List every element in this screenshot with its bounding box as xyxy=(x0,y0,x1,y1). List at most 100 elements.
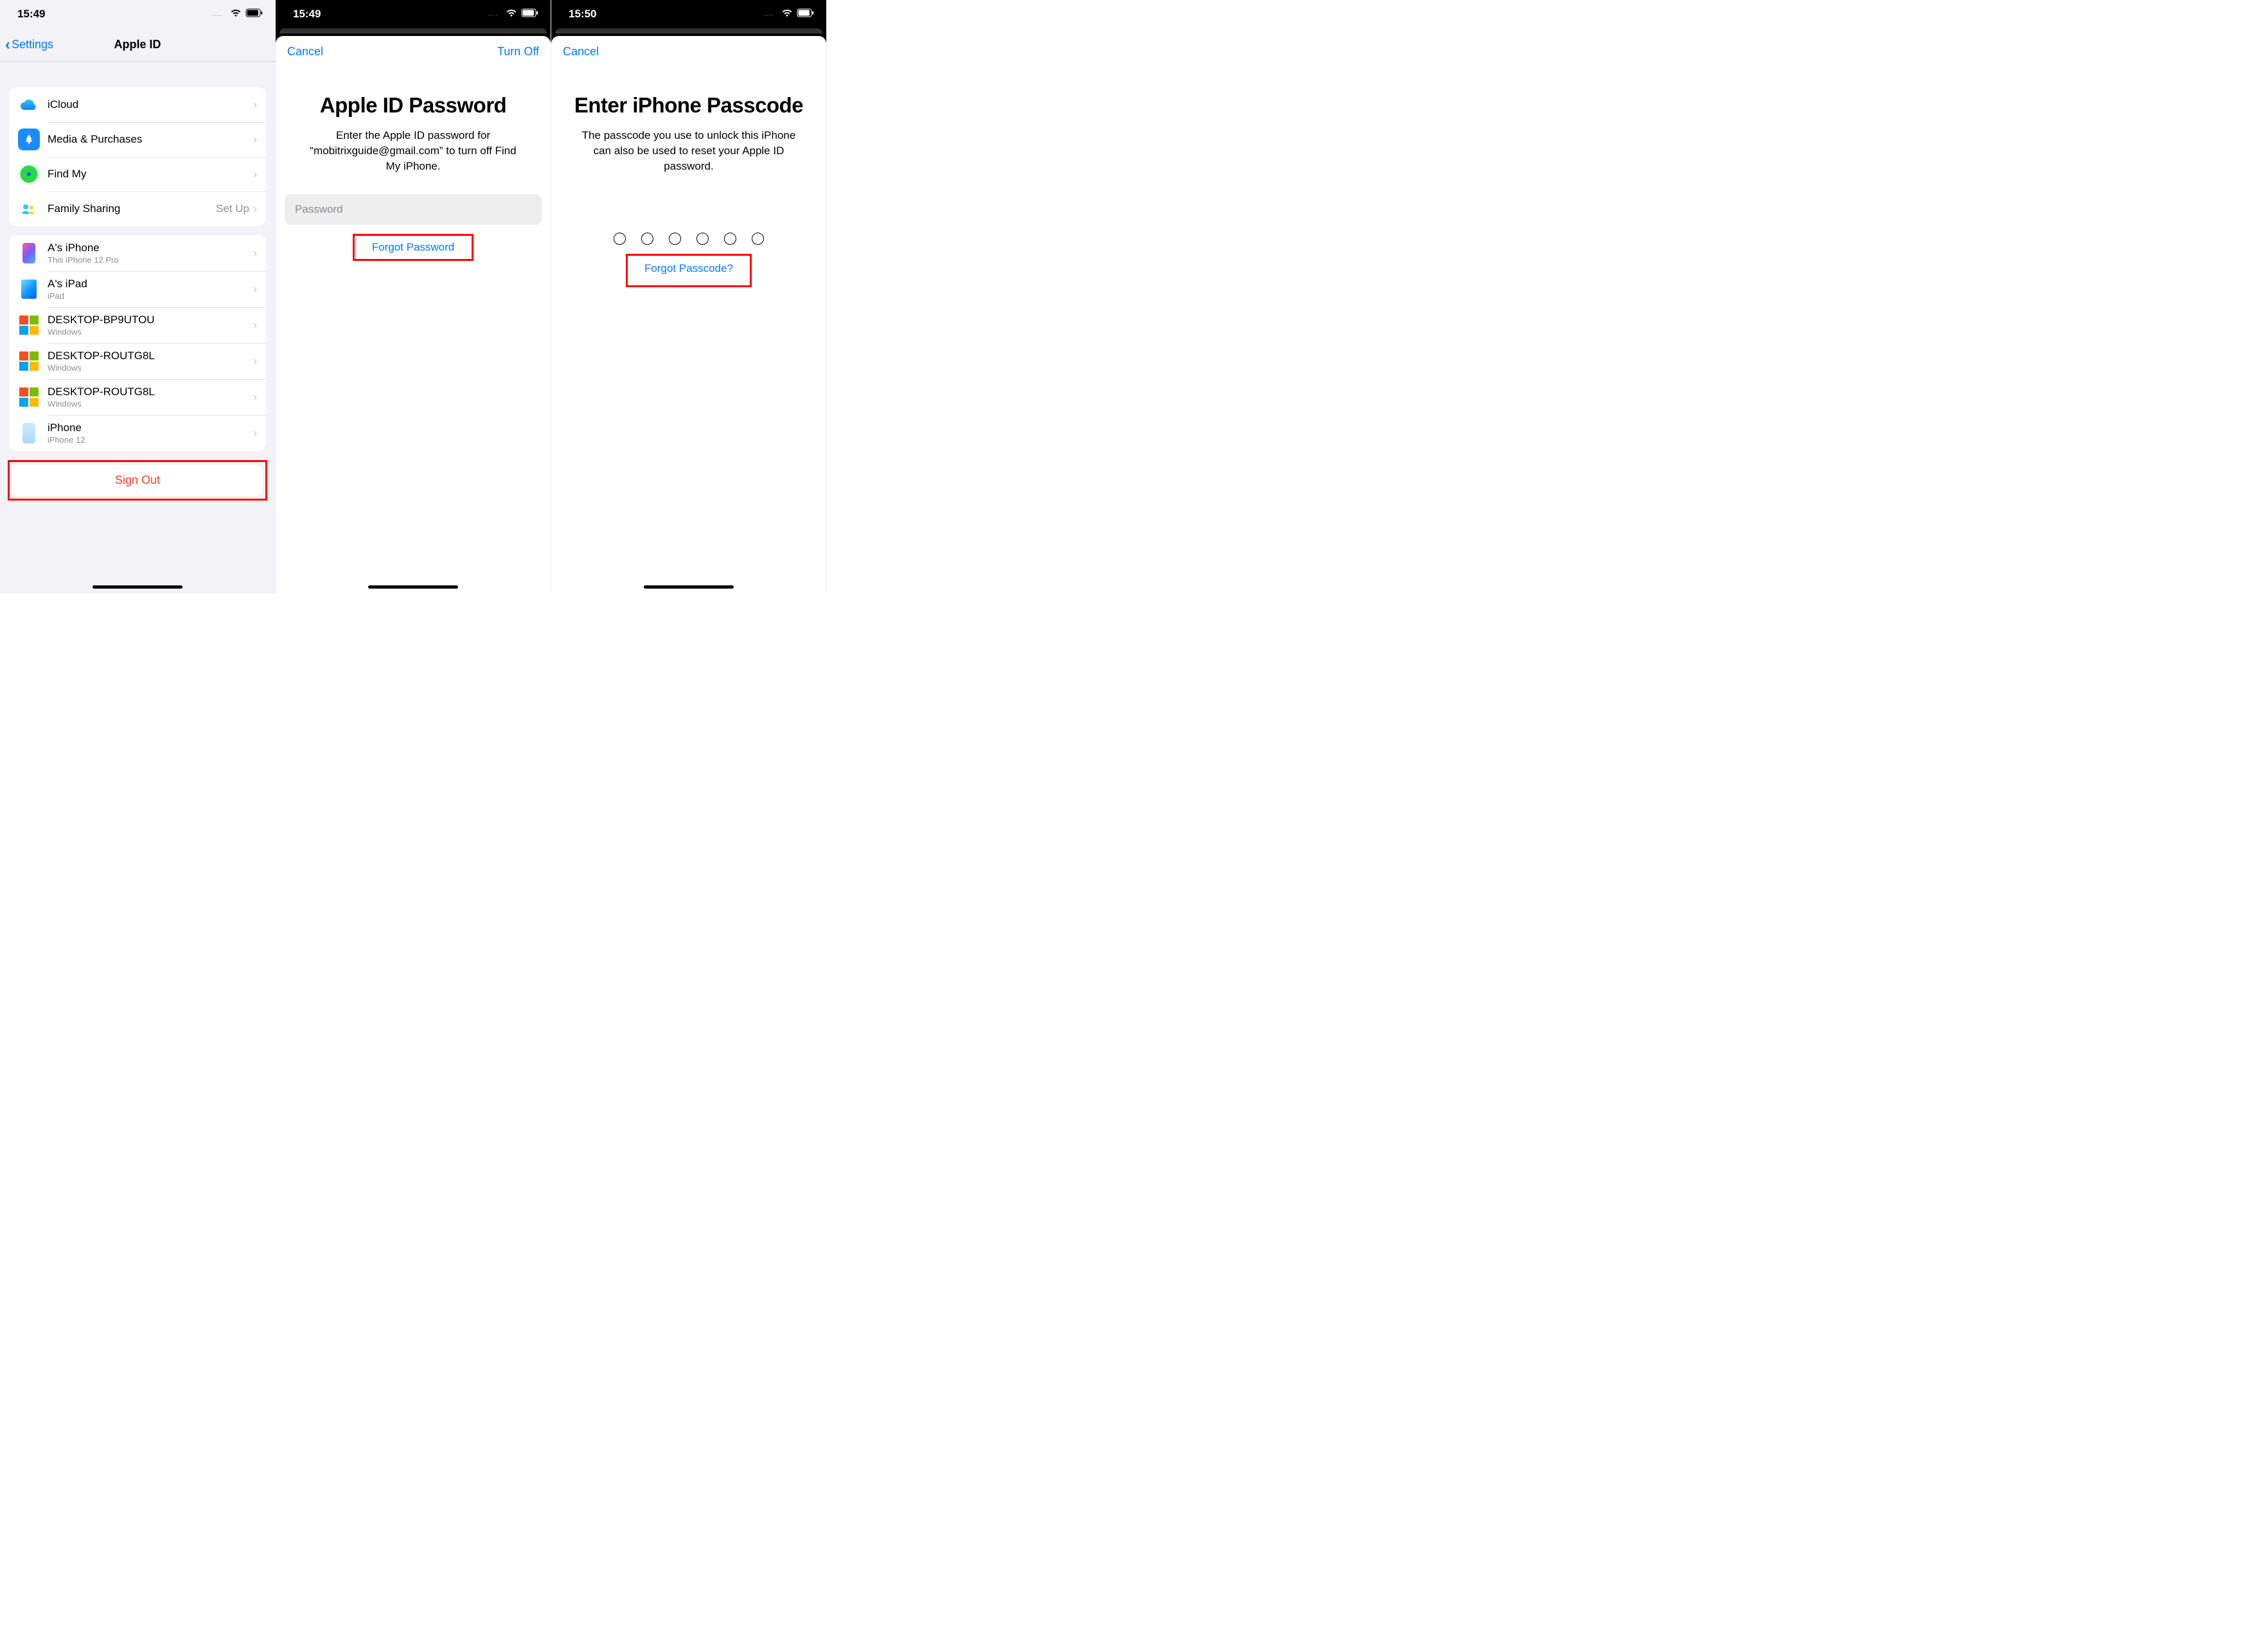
chevron-left-icon: ‹ xyxy=(5,36,10,54)
status-right: .... xyxy=(488,8,539,21)
modal-bar: Cancel xyxy=(551,36,826,67)
findmy-icon xyxy=(18,163,40,185)
passcode-dot xyxy=(696,233,709,245)
chevron-right-icon: › xyxy=(253,98,257,112)
passcode-dot xyxy=(669,233,681,245)
wifi-icon xyxy=(230,8,242,21)
modal-background-edge xyxy=(279,28,547,33)
nav-bar: ‹ Settings Apple ID xyxy=(0,28,275,62)
device-name: A's iPhone xyxy=(48,242,253,254)
appstore-icon xyxy=(18,129,40,150)
chevron-right-icon: › xyxy=(253,283,257,296)
row-icloud[interactable]: iCloud › xyxy=(9,87,266,122)
device-row[interactable]: iPhone iPhone 12 › xyxy=(9,415,266,451)
status-right: .... xyxy=(764,8,815,21)
chevron-right-icon: › xyxy=(253,319,257,332)
chevron-right-icon: › xyxy=(253,168,257,181)
chevron-right-icon: › xyxy=(253,355,257,368)
modal-bar: Cancel Turn Off xyxy=(276,36,551,67)
device-name: DESKTOP-BP9UTOU xyxy=(48,314,253,326)
ipad-icon xyxy=(18,278,40,300)
device-name: DESKTOP-ROUTG8L xyxy=(48,386,253,398)
row-label: Media & Purchases xyxy=(48,133,253,146)
password-placeholder: Password xyxy=(295,203,343,215)
screen-settings-appleid: 15:49 .... ‹ Settings Apple ID xyxy=(0,0,276,594)
cloud-icon xyxy=(18,94,40,116)
device-row[interactable]: DESKTOP-ROUTG8L Windows › xyxy=(9,343,266,379)
family-icon xyxy=(18,198,40,220)
chevron-right-icon: › xyxy=(253,391,257,404)
signout-highlight: Sign Out xyxy=(8,460,267,501)
status-bar: 15:49 .... xyxy=(276,0,551,28)
cell-dots-icon: .... xyxy=(764,11,774,18)
device-sub: Windows xyxy=(48,399,253,409)
status-bar: 15:50 .... xyxy=(551,0,826,28)
forgot-password-link[interactable]: Forgot Password xyxy=(372,241,455,253)
row-label: iCloud xyxy=(48,98,253,111)
row-media-purchases[interactable]: Media & Purchases › xyxy=(9,122,266,157)
device-name: DESKTOP-ROUTG8L xyxy=(48,350,253,362)
forgot-highlight: Forgot Passcode? xyxy=(626,254,752,287)
device-sub: iPad xyxy=(48,291,253,301)
battery-icon xyxy=(797,8,815,21)
passcode-dots[interactable] xyxy=(551,233,826,245)
modal-title: Enter iPhone Passcode xyxy=(551,93,826,118)
device-row[interactable]: DESKTOP-ROUTG8L Windows › xyxy=(9,379,266,415)
modal-subtitle: Enter the Apple ID password for “mobitri… xyxy=(276,128,551,173)
cancel-button[interactable]: Cancel xyxy=(563,45,599,58)
device-row[interactable]: DESKTOP-BP9UTOU Windows › xyxy=(9,307,266,343)
back-button[interactable]: ‹ Settings xyxy=(5,36,53,54)
device-name: A's iPad xyxy=(48,278,253,290)
device-row[interactable]: A's iPhone This iPhone 12 Pro › xyxy=(9,235,266,271)
screen-enter-passcode: 15:50 .... Cancel Enter iPhone Passcode … xyxy=(551,0,827,594)
windows-icon xyxy=(18,386,40,408)
device-row[interactable]: A's iPad iPad › xyxy=(9,271,266,307)
battery-icon xyxy=(521,8,539,21)
passcode-dot xyxy=(614,233,626,245)
passcode-dot xyxy=(752,233,764,245)
wifi-icon xyxy=(506,8,517,21)
cell-dots-icon: .... xyxy=(213,11,222,18)
status-right: .... xyxy=(213,8,263,21)
signout-label: Sign Out xyxy=(115,474,160,486)
modal-subtitle: The passcode you use to unlock this iPho… xyxy=(551,128,826,173)
row-aside: Set Up xyxy=(216,202,249,215)
modal-title: Apple ID Password xyxy=(276,93,551,118)
device-sub: Windows xyxy=(48,363,253,373)
services-group: iCloud › Media & Purchases › Find My › xyxy=(9,87,266,226)
device-sub: Windows xyxy=(48,327,253,337)
windows-icon xyxy=(18,350,40,372)
password-input[interactable]: Password xyxy=(285,194,542,225)
home-indicator[interactable] xyxy=(644,585,734,589)
row-label: Find My xyxy=(48,168,253,181)
status-time: 15:49 xyxy=(293,8,321,21)
status-time: 15:49 xyxy=(17,8,45,21)
passcode-dot xyxy=(641,233,653,245)
turnoff-button[interactable]: Turn Off xyxy=(497,45,539,58)
modal-sheet: Cancel Enter iPhone Passcode The passcod… xyxy=(551,36,826,594)
chevron-right-icon: › xyxy=(253,202,257,216)
row-family-sharing[interactable]: Family Sharing Set Up › xyxy=(9,191,266,226)
devices-group: A's iPhone This iPhone 12 Pro › A's iPad… xyxy=(9,235,266,451)
device-sub: This iPhone 12 Pro xyxy=(48,255,253,265)
chevron-right-icon: › xyxy=(253,247,257,260)
back-label: Settings xyxy=(12,38,53,51)
cell-dots-icon: .... xyxy=(488,11,498,18)
home-indicator[interactable] xyxy=(93,585,182,589)
cancel-button[interactable]: Cancel xyxy=(287,45,323,58)
passcode-dot xyxy=(724,233,736,245)
forgot-passcode-link[interactable]: Forgot Passcode? xyxy=(644,262,733,274)
iphone-icon xyxy=(18,242,40,264)
status-bar: 15:49 .... xyxy=(0,0,275,28)
home-indicator[interactable] xyxy=(368,585,458,589)
device-sub: iPhone 12 xyxy=(48,435,253,445)
chevron-right-icon: › xyxy=(253,133,257,147)
signout-button[interactable]: Sign Out xyxy=(12,465,263,496)
row-label: Family Sharing xyxy=(48,202,216,215)
row-findmy[interactable]: Find My › xyxy=(9,157,266,191)
modal-sheet: Cancel Turn Off Apple ID Password Enter … xyxy=(276,36,551,594)
screen-appleid-password: 15:49 .... Cancel Turn Off Apple ID Pass… xyxy=(276,0,551,594)
iphone-icon xyxy=(18,422,40,444)
battery-icon xyxy=(245,8,263,21)
chevron-right-icon: › xyxy=(253,427,257,440)
